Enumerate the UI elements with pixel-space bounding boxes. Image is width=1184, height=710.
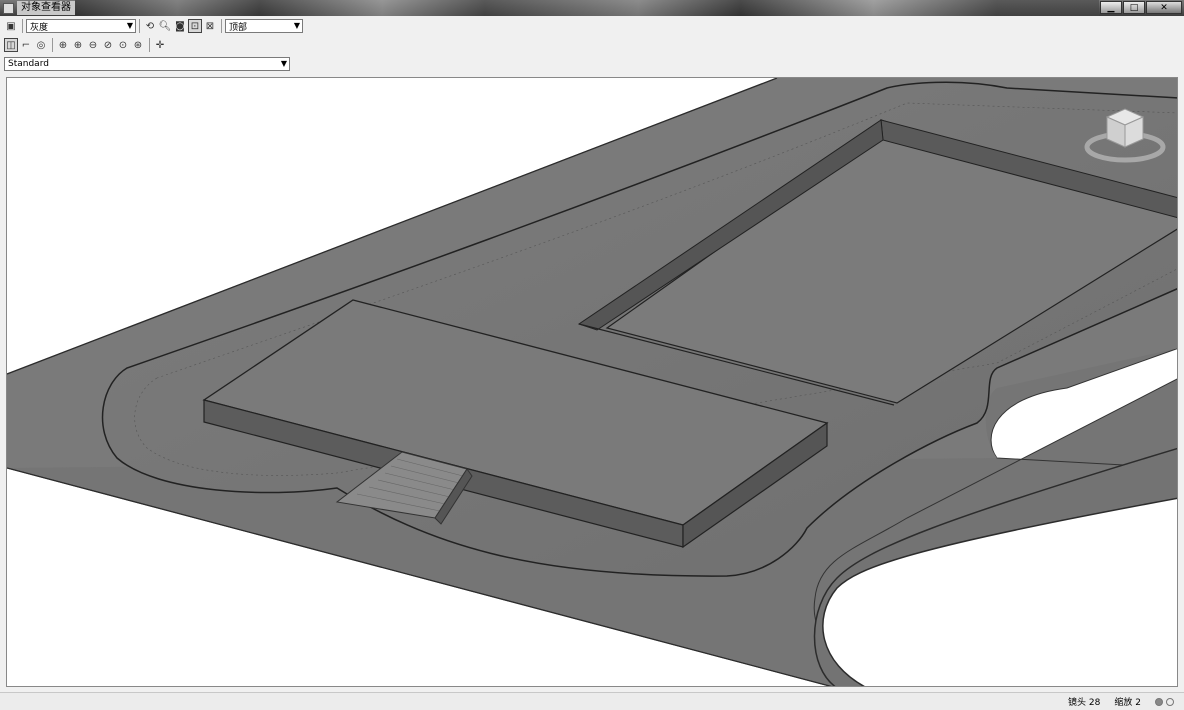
zoom-out-icon[interactable]: ⊖ <box>86 38 100 52</box>
toolbar-separator <box>221 19 222 33</box>
zoom-previous-icon[interactable]: ⊘ <box>101 38 115 52</box>
zoom-extents-icon[interactable]: ⊠ <box>203 19 217 33</box>
title-bar: 对象查看器 ▁ □ ✕ <box>0 0 1184 16</box>
minimize-button[interactable]: ▁ <box>1100 1 1122 14</box>
app-icon <box>3 2 14 14</box>
orbit-icon[interactable]: ⟲ <box>143 19 157 33</box>
status-indicator-icon[interactable] <box>1166 697 1174 706</box>
view-value: 顶部 <box>229 22 248 33</box>
toolbar-preset: Standard ▼ <box>0 55 1184 73</box>
model-viewport[interactable] <box>6 77 1178 687</box>
zoom-value: 2 <box>1135 698 1141 708</box>
ucs-icon[interactable]: ⌐ <box>19 38 33 52</box>
zoom-realtime-icon[interactable]: ⊕ <box>56 38 70 52</box>
site-model-rendering[interactable] <box>7 78 1178 687</box>
zoom-label: 缩放 <box>1114 698 1133 708</box>
zoom-window-icon[interactable]: ⊡ <box>188 19 202 33</box>
save-icon[interactable]: ▣ <box>4 19 18 33</box>
lens-value: 28 <box>1088 698 1101 708</box>
steering-wheel-icon[interactable]: ◎ <box>34 38 48 52</box>
toolbar-navigation: ◫ ⌐ ◎ ⊕ ⊕ ⊖ ⊘ ⊙ ⊛ ✛ <box>0 36 1184 54</box>
zoom-all-icon[interactable]: ⊛ <box>131 38 145 52</box>
visual-style-select[interactable]: 灰度 ▼ <box>26 19 136 33</box>
view-select[interactable]: 顶部 ▼ <box>225 19 303 33</box>
toolbar-view: ▣ 灰度 ▼ ⟲ 🔍︎ ◙ ⊡ ⊠ 顶部 ▼ <box>0 17 1184 35</box>
maximize-button[interactable]: □ <box>1123 1 1145 14</box>
viewcube-toggle-icon[interactable]: ◫ <box>4 38 18 52</box>
chevron-down-icon: ▼ <box>126 21 133 30</box>
preset-select[interactable]: Standard ▼ <box>4 57 290 71</box>
center-icon[interactable]: ✛ <box>153 38 167 52</box>
chevron-down-icon: ▼ <box>293 21 300 30</box>
title-bar-background <box>75 0 1099 16</box>
toolbar-separator <box>139 19 140 33</box>
visual-style-value: 灰度 <box>30 22 49 33</box>
status-bar: 镜头 28 缩放 2 <box>0 692 1184 710</box>
chevron-down-icon: ▼ <box>280 59 287 68</box>
close-button[interactable]: ✕ <box>1146 1 1182 14</box>
toolbar-separator <box>52 38 53 52</box>
status-indicator-icon[interactable] <box>1155 697 1163 706</box>
zoom-icon[interactable]: 🔍︎ <box>158 19 172 33</box>
lens-label: 镜头 <box>1068 698 1087 708</box>
window-title: 对象查看器 <box>17 1 75 15</box>
toolbar-separator <box>149 38 150 52</box>
pan-icon[interactable]: ◙ <box>173 19 187 33</box>
zoom-in-icon[interactable]: ⊕ <box>71 38 85 52</box>
lens-status: 镜头 28 <box>1068 695 1100 708</box>
zoom-status: 缩放 2 <box>1114 695 1141 708</box>
zoom-scale-icon[interactable]: ⊙ <box>116 38 130 52</box>
toolbar-separator <box>22 19 23 33</box>
window-controls: ▁ □ ✕ <box>1099 1 1182 15</box>
preset-value: Standard <box>8 59 49 69</box>
